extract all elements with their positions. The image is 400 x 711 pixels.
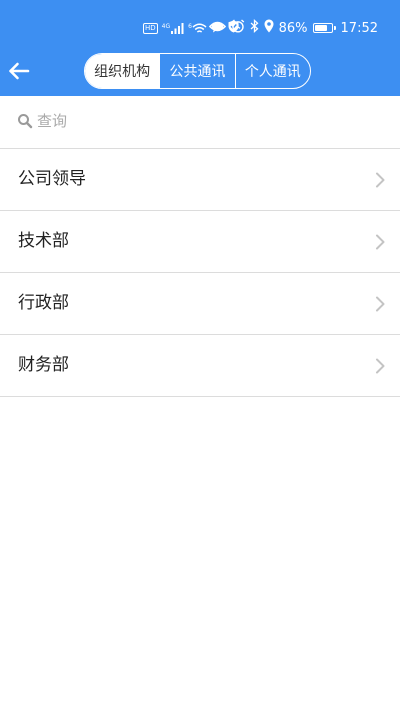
battery-percent: 86%	[278, 20, 308, 36]
chevron-right-icon	[376, 234, 385, 250]
arrow-left-icon	[9, 62, 30, 80]
tab-organization[interactable]: 组织机构	[85, 54, 160, 88]
back-button[interactable]	[6, 58, 32, 84]
list-item-label: 公司领导	[18, 169, 86, 189]
list-item-tech-dept[interactable]: 技术部	[0, 211, 400, 273]
chevron-right-icon	[376, 172, 385, 188]
eye-icon	[208, 21, 226, 36]
chevron-right-icon	[376, 296, 385, 312]
search-icon	[18, 114, 33, 129]
list-item-label: 行政部	[18, 293, 69, 313]
hd-badge: HD	[143, 22, 158, 34]
status-time: 17:52	[340, 20, 378, 36]
search-bar	[0, 96, 400, 149]
list-item-finance-dept[interactable]: 财务部	[0, 335, 400, 397]
alarm-icon	[231, 19, 245, 37]
wifi-icon: 6	[188, 23, 207, 34]
list-item-label: 财务部	[18, 355, 69, 375]
network-type-label: 4G	[161, 22, 171, 30]
bluetooth-icon	[250, 19, 259, 37]
cellular-signal-icon: 4G	[161, 22, 184, 34]
tab-personal-contacts[interactable]: 个人通讯	[234, 54, 310, 88]
tab-public-contacts[interactable]: 公共通讯	[159, 54, 234, 88]
location-icon	[264, 19, 274, 37]
list-item-label: 技术部	[18, 231, 69, 251]
status-bar: HD 4G 6 86% 17:52	[0, 0, 400, 46]
list-item-admin-dept[interactable]: 行政部	[0, 273, 400, 335]
app-header: HD 4G 6 86% 17:52 组织机构 公共通讯 个人通讯	[0, 0, 400, 96]
battery-icon	[312, 23, 336, 33]
chevron-right-icon	[376, 358, 385, 374]
battery-fill	[314, 25, 328, 31]
list-item-company-leaders[interactable]: 公司领导	[0, 149, 400, 211]
tab-switcher: 组织机构 公共通讯 个人通讯	[84, 53, 311, 89]
search-input[interactable]	[37, 108, 377, 134]
status-right: 86% 17:52	[208, 19, 378, 37]
department-list: 公司领导 技术部 行政部 财务部	[0, 149, 400, 397]
